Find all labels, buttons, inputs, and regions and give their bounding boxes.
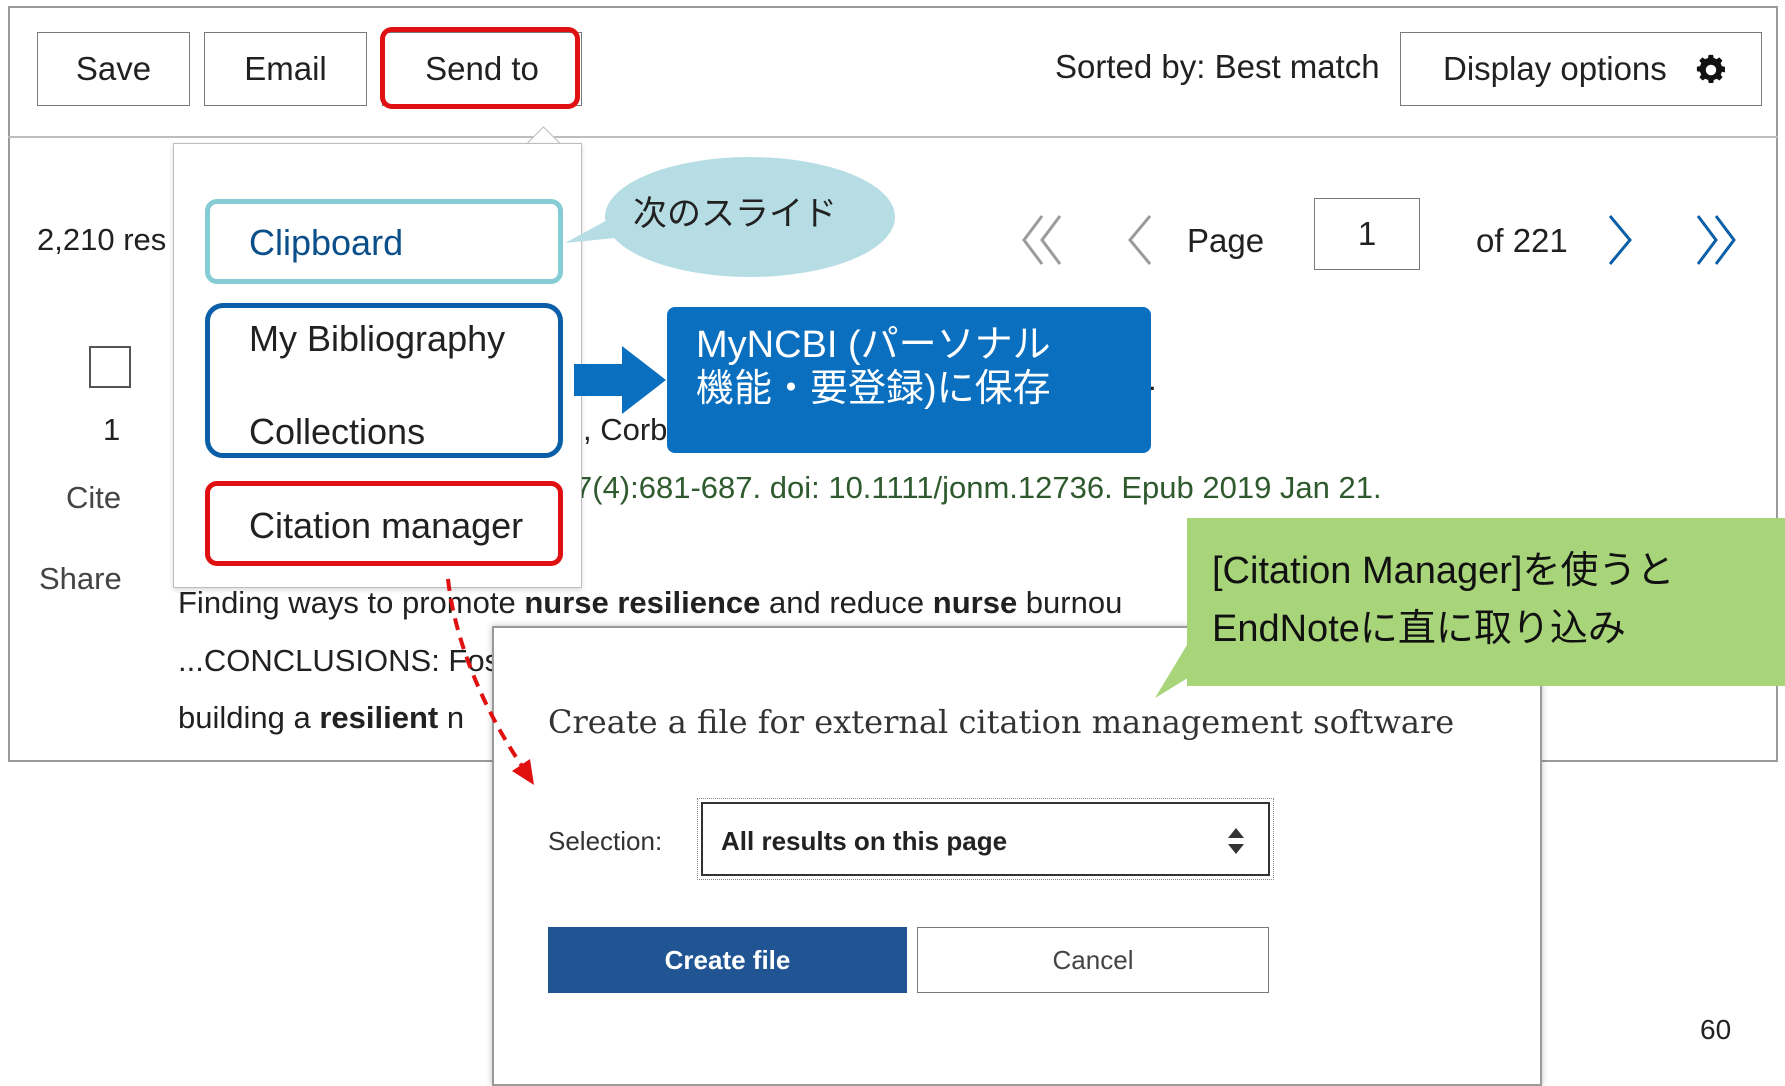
sort-arrows-icon — [1228, 828, 1244, 854]
double-chevron-right-icon[interactable] — [1690, 210, 1740, 270]
display-options-label: Display options — [1443, 50, 1667, 87]
chevron-right-icon[interactable] — [1600, 210, 1640, 270]
myncbi-callout-line-1: MyNCBI (パーソナル — [696, 324, 1051, 366]
selection-select[interactable]: All results on this page — [697, 798, 1274, 880]
citation-manager-callout-text: [Citation Manager]を使うと EndNoteに直に取り込み — [1212, 542, 1675, 658]
myncbi-callout-line-2: 機能・要登録)に保存 — [696, 368, 1051, 410]
callout-line-2: EndNoteに直に取り込み — [1212, 608, 1626, 650]
article-number: 1 — [103, 412, 121, 447]
sort-order-label: Sorted by: Best match — [1055, 48, 1380, 85]
toolbar-divider — [8, 136, 1778, 138]
send-to-highlight — [380, 27, 580, 109]
snippet-highlight: resilient — [319, 700, 439, 735]
next-slide-text: 次のスライド — [633, 195, 837, 233]
snippet-text: and reduce — [760, 585, 933, 620]
display-options-button[interactable]: Display options — [1400, 32, 1762, 106]
share-link[interactable]: Share — [39, 561, 122, 597]
page-number-input[interactable]: 1 — [1314, 198, 1420, 270]
callout-line-1: [Citation Manager]を使うと — [1212, 550, 1675, 592]
citation-manager-highlight — [205, 481, 563, 566]
snippet-highlight: nurse resilience — [524, 585, 761, 620]
results-count: 2,210 res — [37, 222, 167, 257]
page-label: Page — [1187, 222, 1265, 259]
snippet-text: building a — [178, 700, 320, 735]
article-snippet-line-3: building a resilient n — [178, 700, 464, 736]
double-chevron-left-icon[interactable] — [1018, 210, 1068, 270]
article-citation: 7(4):681-687. doi: 10.1111/jonm.12736. E… — [575, 470, 1382, 505]
snippet-highlight: nurse — [932, 585, 1018, 620]
slide-number: 60 — [1700, 1014, 1732, 1045]
article-snippet-line-1: Finding ways to promote nurse resilience… — [178, 585, 1122, 621]
myncbi-callout: MyNCBI (パーソナル 機能・要登録)に保存 — [667, 307, 1151, 453]
dashed-arrow — [446, 578, 534, 785]
selection-label: Selection: — [548, 826, 663, 856]
snippet-text: burnou — [1017, 585, 1123, 620]
cancel-button[interactable]: Cancel — [917, 927, 1269, 993]
clipboard-highlight — [205, 199, 563, 284]
article-checkbox[interactable] — [89, 346, 131, 388]
cite-link[interactable]: Cite — [66, 480, 121, 516]
selection-value: All results on this page — [721, 826, 1008, 856]
page-total: of 221 — [1476, 222, 1568, 259]
dialog-title: Create a file for external citation mana… — [548, 703, 1455, 741]
gear-icon — [1696, 54, 1726, 84]
chevron-left-icon[interactable] — [1120, 210, 1160, 270]
bibliography-highlight — [205, 303, 563, 458]
email-button[interactable]: Email — [204, 32, 367, 106]
save-button[interactable]: Save — [37, 32, 190, 106]
create-file-button[interactable]: Create file — [548, 927, 907, 993]
arrow-right-icon — [574, 346, 666, 414]
